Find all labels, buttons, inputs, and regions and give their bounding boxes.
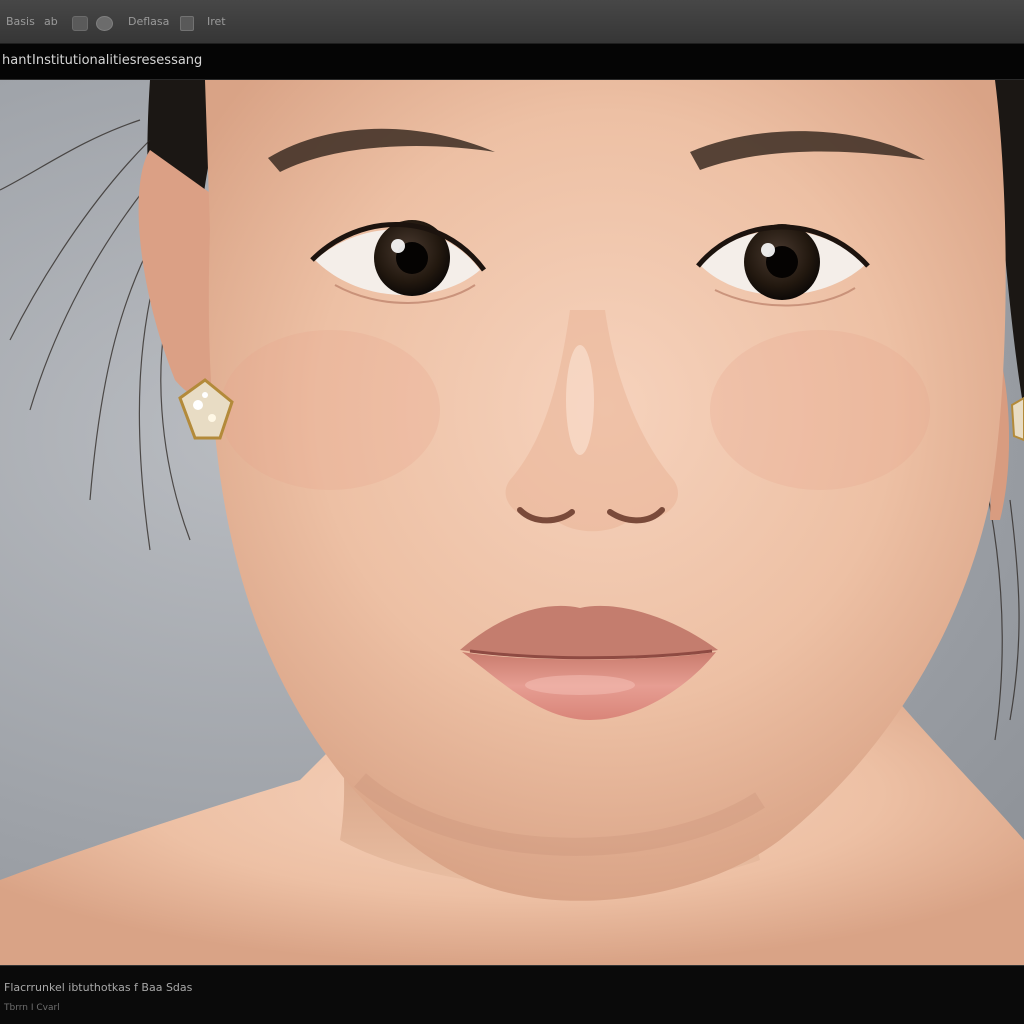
document-icon[interactable] [180,16,194,31]
document-title-bar: hant Institutionalitiesresessang [0,44,1024,80]
status-subtext: Tbrrn I Cvarl [4,1003,60,1013]
status-text: Flacrrunkel ibtuthotkas f Baa Sdas [4,981,193,994]
toolbar-item-iret[interactable]: Iret [207,14,226,30]
status-bar: Flacrrunkel ibtuthotkas f Baa Sdas Tbrrn… [0,965,1024,1024]
toolbar-item-basis[interactable]: Basis [6,14,35,30]
portrait-photo [0,80,1024,965]
image-canvas[interactable] [0,80,1024,965]
document-title: Institutionalitiesresessang [32,53,203,68]
toolbar-item-ab[interactable]: ab [44,14,58,30]
titlebar-label: hant [2,53,32,68]
toolbar-item-deflasa[interactable]: Deflasa [128,14,169,30]
top-toolbar: Basis ab Deflasa Iret [0,0,1024,44]
frame-icon[interactable] [72,16,88,31]
circle-tool-icon[interactable] [96,16,113,31]
earring-right [1010,396,1024,442]
